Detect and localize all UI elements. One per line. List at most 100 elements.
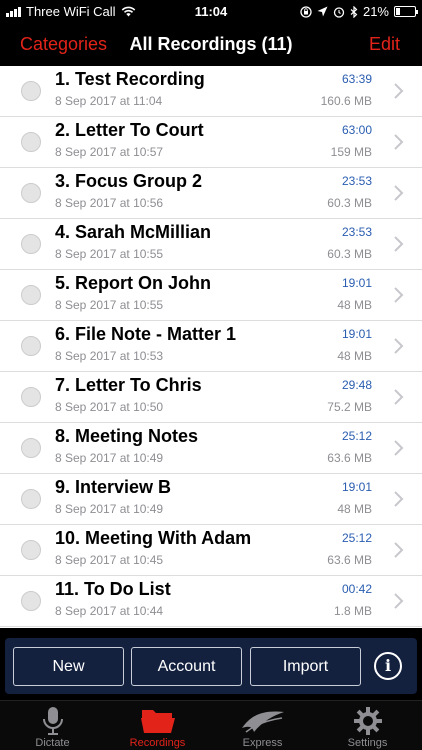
import-button[interactable]: Import <box>250 647 361 686</box>
recording-size: 48 MB <box>337 298 372 312</box>
recording-size: 63.6 MB <box>327 553 372 567</box>
recording-title: 7. Letter To Chris <box>55 375 202 395</box>
chevron-right-icon <box>394 338 404 354</box>
recording-duration: 19:01 <box>341 327 372 341</box>
recording-row[interactable]: 4. Sarah McMillian 8 Sep 2017 at 10:55 23:… <box>0 219 422 270</box>
recording-row[interactable]: 5. Report On John 8 Sep 2017 at 10:55 19:0… <box>0 270 422 321</box>
bluetooth-icon <box>350 5 358 18</box>
recording-size: 63.6 MB <box>327 451 372 465</box>
recording-size: 1.8 MB <box>333 604 372 618</box>
express-wave-icon <box>241 711 284 733</box>
recordings-list[interactable]: 1. Test Recording 8 Sep 2017 at 11:04 63:3… <box>0 66 422 628</box>
tab-recordings[interactable]: Recordings <box>105 701 210 750</box>
alarm-icon <box>333 6 345 18</box>
page-title: All Recordings (11) <box>129 34 293 54</box>
recording-row[interactable]: 9. Interview B 8 Sep 2017 at 10:49 19:01 48… <box>0 474 422 525</box>
select-radio[interactable] <box>21 540 41 560</box>
recording-size: 48 MB <box>337 502 372 516</box>
tab-label: Dictate <box>35 737 70 749</box>
recording-duration: 23:53 <box>341 174 372 188</box>
recording-row[interactable]: 10. Meeting With Adam 8 Sep 2017 at 10:45… <box>0 525 422 576</box>
recording-size: 75.2 MB <box>327 400 372 414</box>
chevron-right-icon <box>394 593 404 609</box>
gear-icon <box>353 707 382 735</box>
recording-date: 8 Sep 2017 at 10:49 <box>55 502 164 516</box>
recording-date: 8 Sep 2017 at 10:56 <box>55 196 164 210</box>
recording-row[interactable]: 8. Meeting Notes 8 Sep 2017 at 10:49 25:12… <box>0 423 422 474</box>
recording-duration: 63:00 <box>341 123 372 137</box>
select-radio[interactable] <box>21 387 41 407</box>
select-radio[interactable] <box>21 234 41 254</box>
tab-label: Settings <box>347 737 388 749</box>
recording-date: 8 Sep 2017 at 10:50 <box>55 400 164 414</box>
recording-duration: 23:53 <box>341 225 372 239</box>
chevron-right-icon <box>394 491 404 507</box>
recording-title: 6. File Note - Matter 1 <box>55 324 237 344</box>
recording-size: 48 MB <box>337 349 372 363</box>
select-radio[interactable] <box>21 183 41 203</box>
recording-size: 159 MB <box>330 145 372 159</box>
chevron-right-icon <box>394 236 404 252</box>
recording-title: 9. Interview B <box>55 477 172 497</box>
orientation-lock-icon <box>300 5 312 18</box>
recording-title: 4. Sarah McMillian <box>55 222 212 242</box>
location-arrow-icon <box>317 6 328 17</box>
recording-row[interactable]: 1. Test Recording 8 Sep 2017 at 11:04 63:3… <box>0 66 422 117</box>
tab-express[interactable]: Express <box>210 701 315 750</box>
edit-button[interactable]: Edit <box>369 34 400 55</box>
select-radio[interactable] <box>21 489 41 509</box>
battery-icon <box>394 6 418 17</box>
recording-date: 8 Sep 2017 at 11:04 <box>55 94 163 108</box>
select-radio[interactable] <box>21 285 41 305</box>
action-bar: New Account Import i <box>5 638 417 694</box>
select-radio[interactable] <box>21 591 41 611</box>
recording-duration: 19:01 <box>341 480 372 494</box>
new-button[interactable]: New <box>13 647 124 686</box>
navigation-bar: Categories All Recordings (11) Edit <box>0 22 422 66</box>
chevron-right-icon <box>394 440 404 456</box>
recording-duration: 00:42 <box>341 582 372 596</box>
recording-title: 8. Meeting Notes <box>55 426 199 446</box>
recording-row[interactable]: 6. File Note - Matter 1 8 Sep 2017 at 10:… <box>0 321 422 372</box>
recording-row[interactable]: 3. Focus Group 2 8 Sep 2017 at 10:56 23:53… <box>0 168 422 219</box>
tab-label: Recordings <box>129 737 186 749</box>
tab-settings[interactable]: Settings <box>315 701 420 750</box>
recording-duration: 25:12 <box>341 531 372 545</box>
recording-date: 8 Sep 2017 at 10:49 <box>55 451 164 465</box>
chevron-right-icon <box>394 185 404 201</box>
recording-size: 160.6 MB <box>320 94 372 108</box>
info-button[interactable]: i <box>374 652 402 680</box>
battery-percent: 21% <box>362 4 389 19</box>
select-radio[interactable] <box>21 132 41 152</box>
microphone-icon <box>42 707 63 735</box>
recording-date: 8 Sep 2017 at 10:55 <box>55 298 164 312</box>
status-bar: Three WiFi Call 11:04 21% <box>0 0 422 22</box>
chevron-right-icon <box>394 389 404 405</box>
recording-date: 8 Sep 2017 at 10:57 <box>55 145 164 159</box>
chevron-right-icon <box>394 134 404 150</box>
select-radio[interactable] <box>21 438 41 458</box>
recording-title: 1. Test Recording <box>55 69 205 89</box>
chevron-right-icon <box>394 287 404 303</box>
select-radio[interactable] <box>21 336 41 356</box>
recording-title: 10. Meeting With Adam <box>55 528 252 548</box>
select-radio[interactable] <box>21 81 41 101</box>
recording-row[interactable]: 11. To Do List 8 Sep 2017 at 10:44 00:42 1.… <box>0 576 422 627</box>
recording-title: 5. Report On John <box>55 273 212 293</box>
recording-date: 8 Sep 2017 at 10:44 <box>55 604 164 618</box>
recording-title: 11. To Do List <box>55 579 171 599</box>
tab-bar: Dictate Recordings Express Settings <box>0 700 422 750</box>
chevron-right-icon <box>394 83 404 99</box>
account-button[interactable]: Account <box>131 647 242 686</box>
tab-dictate[interactable]: Dictate <box>0 701 105 750</box>
recording-row[interactable]: 2. Letter To Court 8 Sep 2017 at 10:57 63:… <box>0 117 422 168</box>
recording-row[interactable]: 7. Letter To Chris 8 Sep 2017 at 10:50 29:… <box>0 372 422 423</box>
chevron-right-icon <box>394 542 404 558</box>
recording-duration: 29:48 <box>341 378 372 392</box>
recording-duration: 25:12 <box>341 429 372 443</box>
folder-icon <box>140 710 175 733</box>
recording-duration: 19:01 <box>341 276 372 290</box>
recording-title: 3. Focus Group 2 <box>55 171 203 191</box>
recording-date: 8 Sep 2017 at 10:53 <box>55 349 164 363</box>
recording-size: 60.3 MB <box>327 196 372 210</box>
